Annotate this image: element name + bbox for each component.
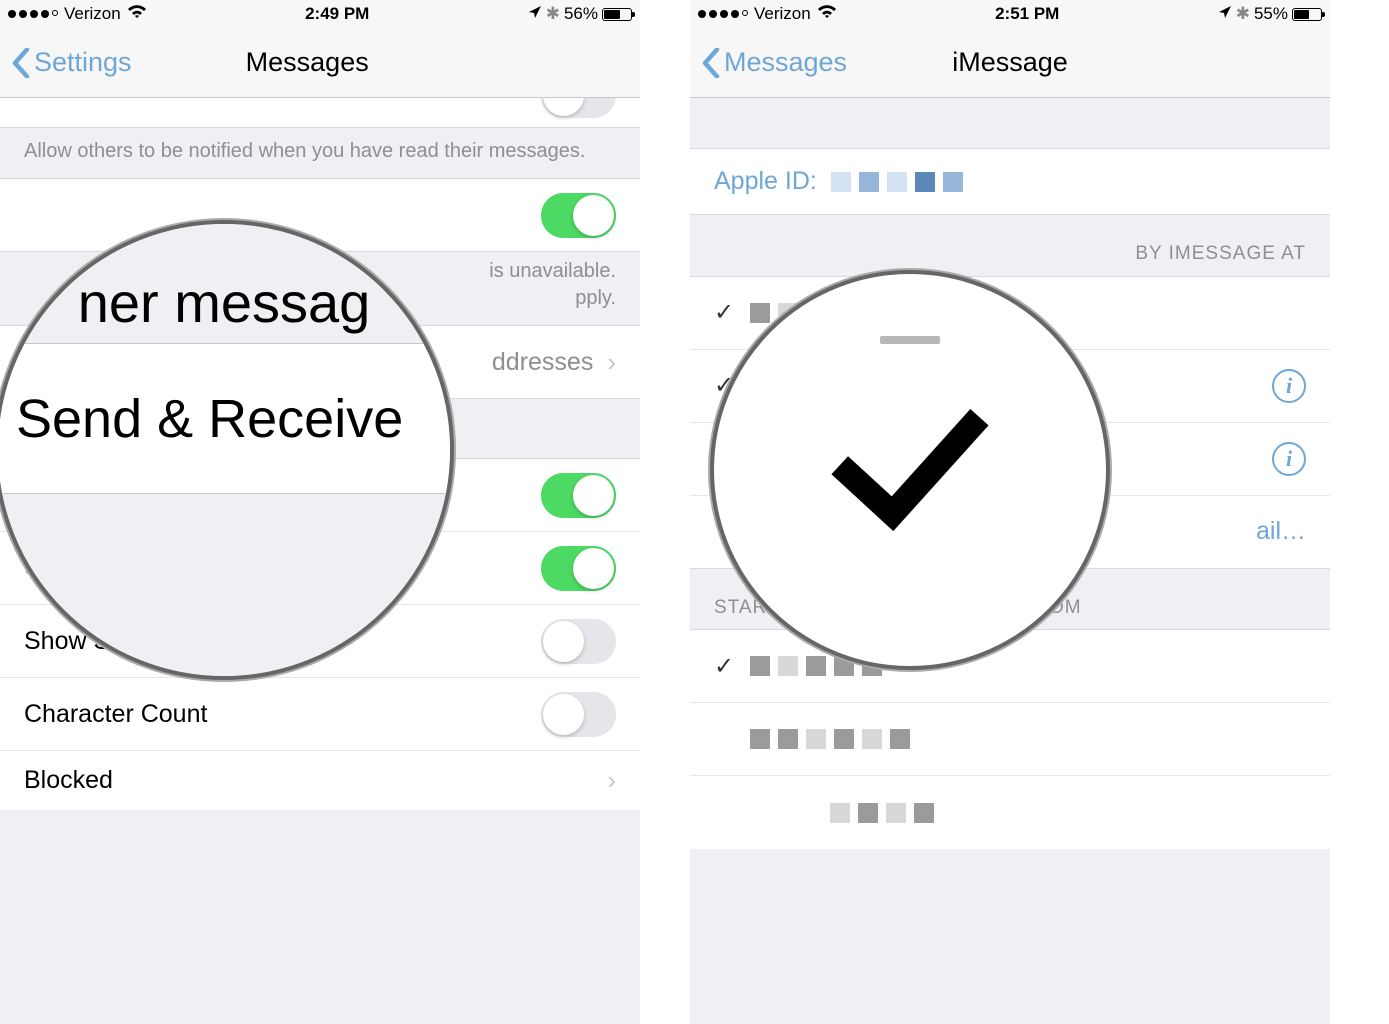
blocked-row[interactable]: Blocked › [0,750,640,810]
toggle-send-as-sms[interactable] [541,193,616,238]
back-label: Messages [724,47,847,78]
partial-row-top [0,98,640,128]
battery-icon [1292,8,1322,21]
toggle-partial[interactable] [541,98,616,118]
wifi-icon [817,4,837,24]
info-icon[interactable]: i [1272,369,1306,403]
chevron-right-icon: › [607,765,616,796]
back-button[interactable]: Messages [702,47,847,78]
row-detail: ddresses [492,348,593,377]
read-receipts-footer: Allow others to be notified when you hav… [0,128,640,179]
screenshot-right: Verizon 2:51 PM ✱ 55% Messages iMessage … [690,0,1330,1024]
start-from-row-2[interactable]: ✓ [690,702,1330,776]
signal-strength-icon [8,10,58,18]
nav-bar: Messages iMessage [690,28,1330,98]
add-email-label: ail… [1256,517,1306,546]
magnifier-detail-bar [880,336,940,344]
bluetooth-icon: ✱ [1236,4,1250,24]
chevron-right-icon: › [607,347,616,378]
address-redacted [750,729,910,749]
clock: 2:51 PM [995,4,1059,24]
magnifier-callout [710,270,1110,670]
carrier-label: Verizon [754,4,811,24]
status-bar: Verizon 2:51 PM ✱ 55% [690,0,1330,28]
toggle-group-messaging[interactable] [541,546,616,591]
signal-strength-icon [698,10,748,18]
apple-id-redacted [831,172,963,192]
row-label: Blocked [24,766,113,795]
row-label: Character Count [24,700,207,729]
toggle-character-count[interactable] [541,692,616,737]
status-bar: Verizon 2:49 PM ✱ 56% [0,0,640,28]
battery-icon [602,8,632,21]
location-arrow-icon [1218,4,1232,24]
bluetooth-icon: ✱ [546,4,560,24]
info-icon[interactable]: i [1272,442,1306,476]
apple-id-label: Apple ID: [714,167,817,196]
magnifier-main-row: Send & Receive [0,344,450,494]
screenshot-left: Verizon 2:49 PM ✱ 56% Settings Messages [0,0,640,1024]
battery-percent: 55% [1254,4,1288,24]
start-from-row-3[interactable]: ✓ [690,775,1330,849]
magnifier-callout: ner messag Send & Receive [0,220,454,680]
nav-title: Messages [246,47,369,78]
apple-id-row[interactable]: Apple ID: [690,148,1330,215]
battery-percent: 56% [564,4,598,24]
reached-at-header: BY IMESSAGE AT [690,215,1330,277]
large-checkmark-icon [820,400,1000,540]
magnifier-top-fragment: ner messag [0,224,450,344]
wifi-icon [127,4,147,24]
back-button[interactable]: Settings [12,47,132,78]
address-redacted [830,803,934,823]
clock: 2:49 PM [305,4,369,24]
toggle-show-subject[interactable] [541,619,616,664]
back-label: Settings [34,47,132,78]
carrier-label: Verizon [64,4,121,24]
location-arrow-icon [528,4,542,24]
toggle-mms[interactable] [541,473,616,518]
character-count-row[interactable]: Character Count [0,677,640,751]
nav-title: iMessage [952,47,1068,78]
nav-bar: Settings Messages [0,28,640,98]
